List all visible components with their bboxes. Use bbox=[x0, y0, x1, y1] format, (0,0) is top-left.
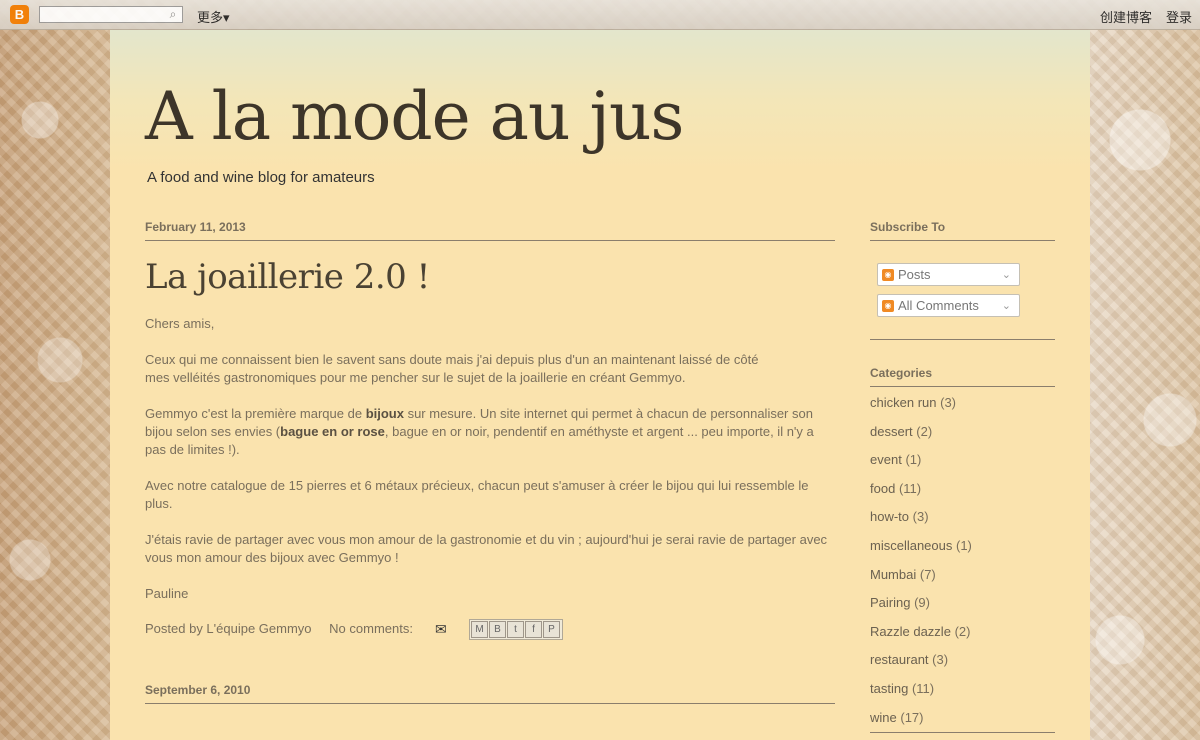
p2-text-a: Gemmyo c'est la première marque de bbox=[145, 406, 366, 421]
post-date-header-2: September 6, 2010 bbox=[145, 683, 835, 704]
category-item: dessert (2) bbox=[870, 418, 1055, 447]
category-item: event (1) bbox=[870, 446, 1055, 475]
category-count: (9) bbox=[914, 595, 930, 611]
category-item: Mumbai (7) bbox=[870, 561, 1055, 590]
category-count: (3) bbox=[940, 395, 956, 410]
post-footer: Posted by L'équipe Gemmyo No comments: ✉… bbox=[145, 619, 835, 645]
bijoux-link[interactable]: bijoux bbox=[366, 406, 404, 421]
category-link[interactable]: restaurant bbox=[870, 652, 929, 667]
category-link[interactable]: food bbox=[870, 481, 895, 496]
subscribe-comments-button[interactable]: ◉ All Comments ⌄ bbox=[877, 294, 1020, 317]
categories-list: chicken run (3) dessert (2) event (1) food … bbox=[870, 389, 1055, 732]
category-item: restaurant (3) bbox=[870, 646, 1055, 675]
categories-heading: Categories bbox=[870, 366, 1055, 387]
category-item: chicken run (3) bbox=[870, 389, 1055, 418]
category-link[interactable]: wine bbox=[870, 710, 897, 725]
blogger-navbar: B ⌕ 更多▾ 创建博客 登录 bbox=[0, 0, 1200, 30]
category-item: how-to (3) bbox=[870, 503, 1055, 532]
category-link[interactable]: Mumbai bbox=[870, 567, 916, 582]
share-twitter-icon[interactable]: t bbox=[507, 621, 524, 638]
category-link[interactable]: tasting bbox=[870, 681, 908, 696]
posted-by[interactable]: Posted by L'équipe Gemmyo bbox=[145, 621, 312, 636]
category-count: (3) bbox=[932, 652, 949, 668]
category-count: (2) bbox=[916, 423, 933, 439]
post-paragraph-2: Gemmyo c'est la première marque de bijou… bbox=[145, 405, 835, 459]
more-menu[interactable]: 更多▾ bbox=[197, 7, 230, 26]
login-link[interactable]: 登录 bbox=[1166, 7, 1192, 26]
share-blogger-icon[interactable]: B bbox=[489, 621, 506, 638]
subscribe-posts-button[interactable]: ◉ Posts ⌄ bbox=[877, 263, 1020, 286]
email-post-icon[interactable]: ✉ bbox=[435, 621, 447, 638]
rss-feed-icon: ◉ bbox=[882, 299, 894, 312]
blog-description: A food and wine blog for amateurs bbox=[147, 169, 375, 186]
blog-page: A la mode au jus A food and wine blog fo… bbox=[110, 30, 1090, 740]
category-item: Razzle dazzle (2) bbox=[870, 618, 1055, 647]
chevron-down-icon: ⌄ bbox=[1001, 300, 1011, 312]
category-count: (1) bbox=[905, 452, 922, 468]
category-count: (3) bbox=[912, 509, 929, 525]
category-item: Pairing (9) bbox=[870, 589, 1055, 618]
blogger-logo-icon[interactable]: B bbox=[10, 5, 29, 24]
category-item: wine (17) bbox=[870, 704, 1055, 733]
category-link[interactable]: dessert bbox=[870, 424, 913, 439]
post-date-header: February 11, 2013 bbox=[145, 220, 835, 241]
share-pinterest-icon[interactable]: P bbox=[543, 621, 560, 638]
category-link[interactable]: Pairing bbox=[870, 595, 910, 610]
category-link[interactable]: Razzle dazzle bbox=[870, 624, 951, 639]
create-blog-link[interactable]: 创建博客 bbox=[1100, 7, 1152, 26]
post-signature: Pauline bbox=[145, 586, 189, 601]
category-item: miscellaneous (1) bbox=[870, 532, 1055, 561]
category-count: (17) bbox=[900, 709, 924, 725]
comments-link[interactable]: No comments: bbox=[329, 621, 413, 636]
rss-feed-icon: ◉ bbox=[882, 268, 894, 281]
post-greeting: Chers amis, bbox=[145, 316, 215, 331]
category-link[interactable]: event bbox=[870, 452, 902, 467]
subscribe-comments-label: All Comments bbox=[898, 298, 979, 313]
category-item: tasting (11) bbox=[870, 675, 1055, 704]
category-count: (1) bbox=[956, 537, 972, 553]
divider bbox=[870, 732, 1055, 734]
category-link[interactable]: chicken run bbox=[870, 395, 936, 410]
subscribe-posts-label: Posts bbox=[898, 267, 931, 282]
post-paragraph-3: Avec notre catalogue de 15 pierres et 6 … bbox=[145, 478, 809, 511]
category-count: (7) bbox=[919, 566, 936, 582]
post-body: Chers amis, Ceux qui me connaissent bien… bbox=[145, 315, 835, 603]
category-link[interactable]: miscellaneous bbox=[870, 538, 952, 553]
sidebar: Subscribe To ◉ Posts ⌄ ◉ All Comments ⌄ … bbox=[870, 220, 1055, 734]
subscribe-heading: Subscribe To bbox=[870, 220, 1055, 241]
chevron-down-icon: ⌄ bbox=[1001, 269, 1011, 281]
main-column: February 11, 2013 La joaillerie 2.0 ! Ch… bbox=[145, 220, 835, 704]
post-paragraph-4: J'étais ravie de partager avec vous mon … bbox=[145, 532, 828, 565]
share-bar: M B t f P bbox=[469, 619, 563, 640]
post-title[interactable]: La joaillerie 2.0 ! bbox=[145, 257, 835, 297]
category-count: (11) bbox=[911, 680, 935, 696]
divider bbox=[870, 317, 1055, 340]
category-count: (11) bbox=[898, 480, 922, 496]
post-paragraph-1: Ceux qui me connaissent bien le savent s… bbox=[145, 352, 759, 385]
category-link[interactable]: how-to bbox=[870, 509, 909, 524]
blog-title[interactable]: A la mode au jus bbox=[145, 78, 684, 155]
navbar-search-input[interactable]: ⌕ bbox=[39, 6, 183, 23]
category-item: food (11) bbox=[870, 475, 1055, 504]
bague-en-or-rose-link[interactable]: bague en or rose bbox=[280, 424, 385, 439]
share-facebook-icon[interactable]: f bbox=[525, 621, 542, 638]
category-count: (2) bbox=[954, 623, 971, 639]
search-icon[interactable]: ⌕ bbox=[166, 8, 180, 21]
share-email-icon[interactable]: M bbox=[471, 621, 488, 638]
